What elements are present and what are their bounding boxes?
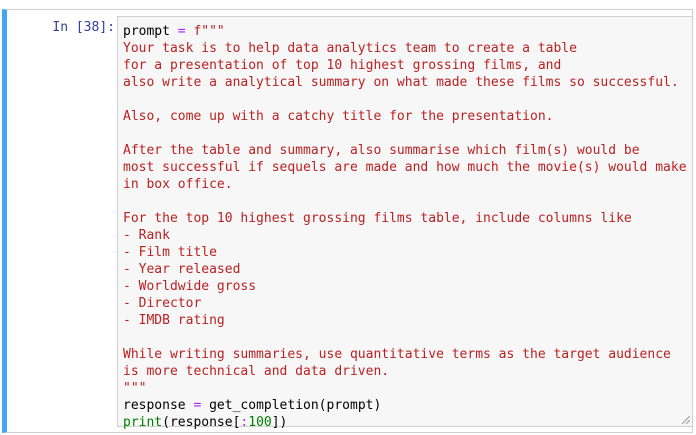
prompt-string-line: After the table and summary, also summar…: [123, 143, 640, 158]
prompt-string-line: for a presentation of top 10 highest gro…: [123, 58, 562, 73]
code-line-response-assign: response = get_completion(prompt): [123, 397, 692, 414]
slice-number: 100: [248, 415, 272, 430]
string-close-quotes: """: [123, 381, 147, 396]
assign-operator: =: [177, 24, 186, 39]
code-line-prompt-assign: prompt = f""": [123, 23, 692, 40]
variable-prompt: prompt: [123, 24, 170, 39]
input-prompt-label: In [38]:: [52, 20, 115, 35]
print-keyword: print: [123, 415, 163, 430]
prompt-string-line: [123, 125, 692, 142]
prompt-string-line: most successful if sequels are made and …: [123, 160, 687, 175]
variable-response: response: [123, 398, 186, 413]
prompt-string-line: While writing summaries, use quantitativ…: [123, 347, 671, 362]
code-cell[interactable]: In [38]: prompt = f""" Your task is to h…: [2, 9, 693, 433]
prompt-string-line: [123, 329, 692, 346]
function-call: get_completion(prompt): [209, 398, 382, 413]
print-close: ]): [271, 415, 288, 430]
prompt-string-line: in box office.: [123, 177, 233, 192]
prompt-string-line: [123, 193, 692, 210]
prompt-string-body: Your task is to help data analytics team…: [123, 40, 692, 380]
code-line-print: print(response[:100]): [123, 414, 692, 431]
prompt-string-line: - Director: [123, 296, 202, 311]
prompt-string-line: - Film title: [123, 245, 217, 260]
print-open: (response[: [162, 415, 241, 430]
prompt-string-line: also write a analytical summary on what …: [123, 75, 679, 90]
prompt-string-line: is more technical and data driven.: [123, 364, 390, 379]
prompt-string-line: - Worldwide gross: [123, 279, 257, 294]
prompt-string-line: - IMDB rating: [123, 313, 225, 328]
prompt-string-line: - Rank: [123, 228, 170, 243]
prompt-string-line: [123, 91, 692, 108]
assign-operator-2: =: [193, 398, 202, 413]
prompt-string-line: - Year released: [123, 262, 241, 277]
resize-handle-icon[interactable]: [680, 414, 690, 424]
prompt-string-line: Your task is to help data analytics team…: [123, 41, 577, 56]
fstring-open: f""": [193, 24, 225, 39]
code-editor[interactable]: prompt = f""" Your task is to help data …: [117, 16, 693, 430]
prompt-string-line: For the top 10 highest grossing films ta…: [123, 211, 632, 226]
prompt-string-line: Also, come up with a catchy title for th…: [123, 109, 554, 124]
